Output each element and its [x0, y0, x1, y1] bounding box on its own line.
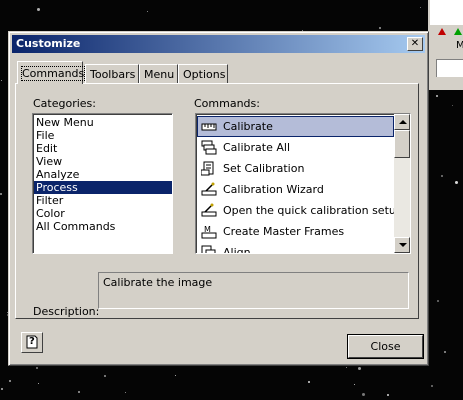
list-item[interactable]: Calibration Wizard	[197, 179, 394, 200]
customize-dialog: Customize ✕ Commands Toolbars Menu Optio…	[8, 31, 429, 366]
scroll-up-button[interactable]	[394, 114, 410, 130]
calibrate-icon	[201, 123, 217, 131]
list-item[interactable]: Color	[34, 207, 172, 220]
master-frames-icon: M	[201, 225, 217, 239]
align-icon	[201, 245, 216, 253]
set-calibration-icon	[201, 161, 214, 176]
tab-commands[interactable]: Commands	[17, 61, 86, 84]
star	[379, 27, 381, 29]
star	[175, 375, 176, 376]
tab-options[interactable]: Options	[178, 64, 228, 83]
star	[444, 351, 446, 353]
list-item[interactable]: Open the quick calibration setup wiz	[197, 200, 410, 221]
commands-scrollbar[interactable]	[394, 114, 410, 253]
star	[1, 80, 2, 81]
command-label: Create Master Frames	[223, 225, 345, 238]
star	[354, 384, 355, 385]
star	[358, 367, 361, 370]
star	[36, 367, 38, 369]
close-button-frame: Close	[347, 334, 424, 359]
star	[9, 380, 11, 382]
command-label: Calibrate	[223, 120, 273, 133]
star	[346, 367, 347, 368]
star	[78, 391, 80, 393]
list-item[interactable]: File	[34, 129, 172, 142]
list-item[interactable]: View	[34, 155, 172, 168]
list-item[interactable]: Align	[197, 242, 394, 254]
command-label: Open the quick calibration setup wiz	[223, 204, 411, 217]
arrow-down-icon	[399, 243, 407, 247]
list-item[interactable]: Process	[34, 181, 172, 194]
star	[0, 193, 2, 195]
toolbar-input[interactable]	[436, 59, 463, 77]
command-label: Align	[223, 246, 251, 254]
dialog-title: Customize	[16, 37, 81, 50]
calibrate-all-icon	[201, 140, 217, 155]
close-button[interactable]: Close	[348, 335, 423, 358]
star	[452, 105, 453, 106]
command-label: Set Calibration	[223, 162, 305, 175]
description-label: Description:	[33, 305, 100, 318]
list-item[interactable]: M Create Master Frames	[197, 221, 394, 242]
command-label: Calibration Wizard	[223, 183, 324, 196]
star	[420, 7, 421, 8]
star	[431, 385, 433, 387]
list-item[interactable]: Calibrate All	[197, 137, 394, 158]
list-item[interactable]: New Menu	[34, 116, 172, 129]
categories-label: Categories:	[33, 97, 96, 110]
calibration-wizard-icon	[201, 182, 217, 196]
list-item[interactable]: Calibrate	[197, 116, 394, 137]
star	[362, 393, 365, 396]
star	[125, 392, 126, 393]
arrow-up-icon	[399, 120, 407, 124]
tab-toolbars[interactable]: Toolbars	[85, 64, 139, 83]
close-icon[interactable]: ✕	[407, 37, 423, 51]
command-label: Calibrate All	[223, 141, 290, 154]
list-item[interactable]: All Commands	[34, 220, 172, 233]
star	[387, 394, 389, 396]
list-item[interactable]: Filter	[34, 194, 172, 207]
tab-label: Menu	[144, 68, 175, 81]
tab-menu[interactable]: Menu	[139, 64, 178, 83]
star	[38, 383, 39, 384]
commands-list[interactable]: Calibrate Calibrate All Set Calibration …	[195, 113, 411, 254]
commands-label: Commands:	[194, 97, 260, 110]
star	[441, 175, 443, 177]
star	[1, 388, 3, 390]
description-box: Calibrate the image	[98, 272, 409, 309]
tab-label: Options	[183, 68, 226, 81]
tab-label: Toolbars	[90, 68, 136, 81]
star	[455, 181, 458, 184]
scroll-down-button[interactable]	[394, 237, 410, 253]
star	[437, 300, 439, 302]
toolbar-preview	[430, 0, 463, 25]
scroll-thumb[interactable]	[394, 130, 410, 158]
star	[436, 95, 438, 97]
green-marker-icon[interactable]	[454, 28, 462, 35]
star	[147, 11, 148, 12]
star	[37, 8, 40, 11]
toolbar-label: M	[456, 40, 463, 51]
list-item[interactable]: Set Calibration	[197, 158, 394, 179]
title-bar[interactable]: Customize ✕	[12, 35, 425, 53]
list-item[interactable]: Analyze	[34, 168, 172, 181]
list-item[interactable]: Edit	[34, 142, 172, 155]
star	[308, 381, 310, 383]
help-button[interactable]: ?	[21, 332, 43, 353]
background-toolbar: M	[428, 0, 463, 90]
quick-calibration-icon	[201, 203, 217, 217]
tab-label: Commands	[20, 66, 86, 81]
star	[104, 375, 106, 377]
categories-list[interactable]: New Menu File Edit View Analyze Process Filter…	[32, 113, 173, 254]
red-marker-icon[interactable]	[438, 28, 446, 35]
help-glyph: ?	[29, 336, 35, 347]
